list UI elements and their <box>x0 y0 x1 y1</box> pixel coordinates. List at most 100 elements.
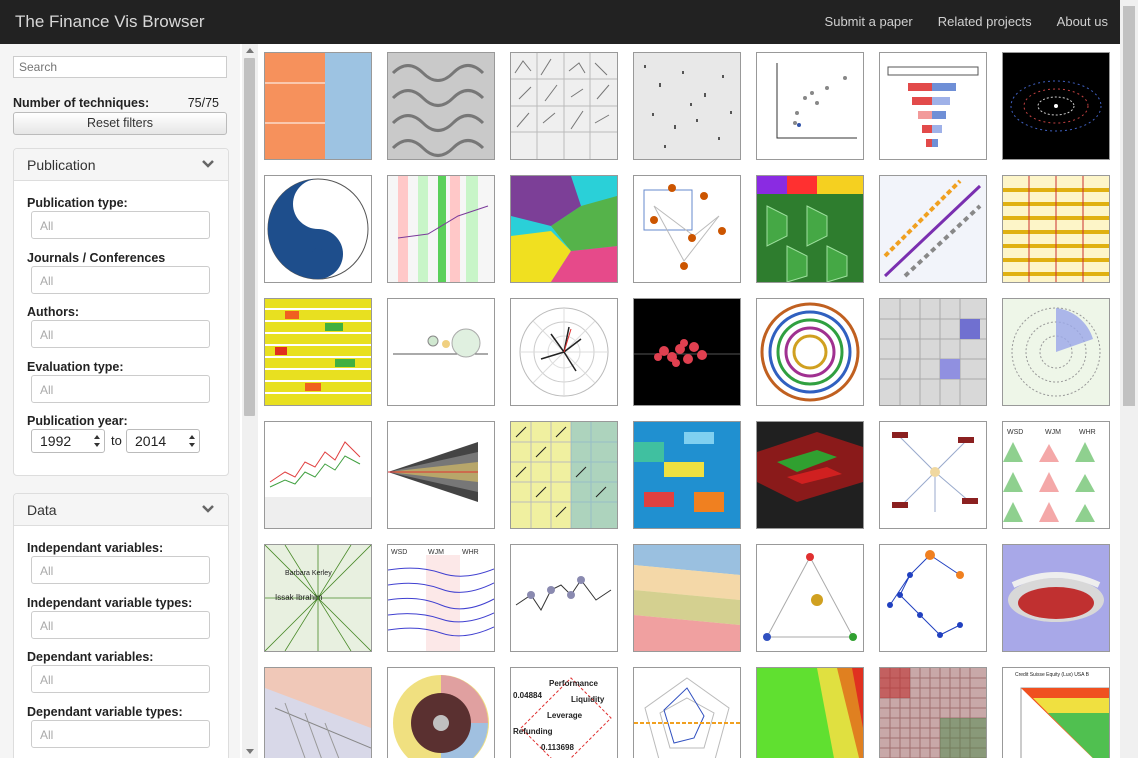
sidebar-scrollbar[interactable] <box>242 44 258 758</box>
technique-thumbnail[interactable] <box>756 544 864 652</box>
year-to-input[interactable]: 2014 <box>126 429 200 453</box>
spinner-icon[interactable] <box>94 434 100 448</box>
year-from-value: 1992 <box>40 433 72 449</box>
search-input[interactable] <box>13 56 227 78</box>
technique-thumbnail[interactable] <box>633 52 741 160</box>
sidebar-scroll-thumb[interactable] <box>244 58 255 416</box>
scroll-down-arrow-icon[interactable] <box>246 749 254 754</box>
technique-thumbnail[interactable]: Barbara Kerley Issak Ibrahim <box>264 544 372 652</box>
technique-thumbnail[interactable] <box>264 52 372 160</box>
technique-thumbnail[interactable]: WSD WJM WHR <box>1002 421 1110 529</box>
publication-panel-header[interactable]: Publication <box>14 149 228 181</box>
technique-thumbnail[interactable] <box>387 52 495 160</box>
journals-conferences-label: Journals / Conferences <box>27 251 166 265</box>
technique-thumbnail[interactable] <box>510 298 618 406</box>
evaluation-type-select[interactable]: All <box>31 375 210 403</box>
journals-conferences-select[interactable]: All <box>31 266 210 294</box>
technique-thumbnail[interactable] <box>264 667 372 758</box>
technique-thumbnail[interactable] <box>879 298 987 406</box>
brand-title[interactable]: The Finance Vis Browser <box>15 12 205 32</box>
chevron-down-icon[interactable] <box>202 503 214 515</box>
authors-select[interactable]: All <box>31 320 210 348</box>
technique-thumbnail[interactable] <box>879 52 987 160</box>
technique-count-value: 75/75 <box>187 96 219 110</box>
year-to-separator: to <box>111 433 122 448</box>
technique-thumbnail[interactable]: Performance Liquidity Leverage 0.04884 0.113… <box>510 667 618 758</box>
technique-thumbnail[interactable] <box>879 544 987 652</box>
technique-thumbnail[interactable] <box>879 175 987 283</box>
technique-thumbnail[interactable] <box>1002 175 1110 283</box>
data-panel-header[interactable]: Data <box>14 494 228 526</box>
thumb-label: 0.113698 <box>541 743 574 752</box>
technique-thumbnail[interactable] <box>879 667 987 758</box>
thumb-label: Issak Ibrahim <box>275 593 323 602</box>
thumb-label: WJM <box>428 549 444 556</box>
technique-thumbnail[interactable] <box>756 52 864 160</box>
technique-thumbnail[interactable] <box>756 298 864 406</box>
independent-variable-types-select[interactable]: All <box>31 611 210 639</box>
page-scrollbar[interactable] <box>1120 0 1138 758</box>
dependent-variables-label: Dependant variables: <box>27 650 154 664</box>
thumb-label: Leverage <box>547 711 583 720</box>
technique-thumbnail[interactable] <box>633 544 741 652</box>
technique-thumbnail[interactable]: WSD WJM WHR <box>387 544 495 652</box>
technique-thumbnail[interactable] <box>510 421 618 529</box>
technique-thumbnail[interactable] <box>633 421 741 529</box>
technique-thumbnail[interactable] <box>387 667 495 758</box>
technique-thumbnail[interactable] <box>510 544 618 652</box>
reset-filters-button[interactable]: Reset filters <box>13 112 227 135</box>
technique-count-row: Number of techniques: 75/75 <box>13 96 219 110</box>
technique-thumbnail[interactable] <box>510 52 618 160</box>
technique-thumbnail[interactable] <box>387 175 495 283</box>
nav-link-about-us[interactable]: About us <box>1057 14 1108 29</box>
nav-link-submit-paper[interactable]: Submit a paper <box>825 14 913 29</box>
thumb-label: Credit Suisse Equity (Lux) USA B <box>1015 672 1090 678</box>
navbar: The Finance Vis Browser Submit a paper R… <box>0 0 1138 44</box>
nav-link-related-projects[interactable]: Related projects <box>938 14 1032 29</box>
spinner-icon[interactable] <box>189 434 195 448</box>
thumb-label: WHR <box>1079 429 1096 436</box>
publication-type-label: Publication type: <box>27 196 128 210</box>
thumb-label: Refunding <box>513 727 553 736</box>
thumb-label: Barbara Kerley <box>285 570 332 577</box>
technique-thumbnail[interactable] <box>633 298 741 406</box>
thumb-label: WSD <box>1007 429 1023 436</box>
page-scroll-thumb[interactable] <box>1123 6 1135 406</box>
chevron-down-icon[interactable] <box>202 158 214 170</box>
thumb-label: WJM <box>1045 429 1061 436</box>
year-to-value: 2014 <box>135 433 167 449</box>
data-panel-title: Data <box>27 502 57 518</box>
dependent-variable-types-label: Dependant variable types: <box>27 705 183 719</box>
technique-thumbnail[interactable] <box>387 421 495 529</box>
technique-thumbnail[interactable] <box>264 421 372 529</box>
technique-thumbnail[interactable] <box>264 298 372 406</box>
technique-thumbnail[interactable] <box>1002 52 1110 160</box>
authors-label: Authors: <box>27 305 80 319</box>
technique-thumbnail[interactable] <box>633 667 741 758</box>
technique-thumbnail[interactable] <box>879 421 987 529</box>
scroll-up-arrow-icon[interactable] <box>246 48 254 53</box>
technique-thumbnail[interactable]: Credit Suisse Equity (Lux) USA B <box>1002 667 1110 758</box>
year-from-input[interactable]: 1992 <box>31 429 105 453</box>
technique-thumbnail[interactable] <box>756 667 864 758</box>
technique-count-label: Number of techniques: <box>13 96 150 110</box>
publication-panel: Publication Publication type: All Journa… <box>13 148 229 476</box>
independent-variable-types-label: Independant variable types: <box>27 596 193 610</box>
technique-thumbnail[interactable] <box>756 421 864 529</box>
independent-variables-select[interactable]: All <box>31 556 210 584</box>
technique-thumbnail[interactable] <box>756 175 864 283</box>
technique-thumbnail-grid: WSD WJM WHR Barbara Kerley Issak Ibrahim WS… <box>264 52 1120 758</box>
technique-thumbnail[interactable] <box>387 298 495 406</box>
technique-thumbnail[interactable] <box>510 175 618 283</box>
thumb-label: Performance <box>549 679 598 688</box>
technique-thumbnail[interactable] <box>1002 544 1110 652</box>
filter-sidebar: Number of techniques: 75/75 Reset filter… <box>0 44 240 758</box>
dependent-variable-types-select[interactable]: All <box>31 720 210 748</box>
technique-thumbnail[interactable] <box>264 175 372 283</box>
thumb-label: WHR <box>462 549 479 556</box>
dependent-variables-select[interactable]: All <box>31 665 210 693</box>
technique-thumbnail[interactable] <box>633 175 741 283</box>
publication-panel-title: Publication <box>27 157 96 173</box>
publication-type-select[interactable]: All <box>31 211 210 239</box>
technique-thumbnail[interactable] <box>1002 298 1110 406</box>
